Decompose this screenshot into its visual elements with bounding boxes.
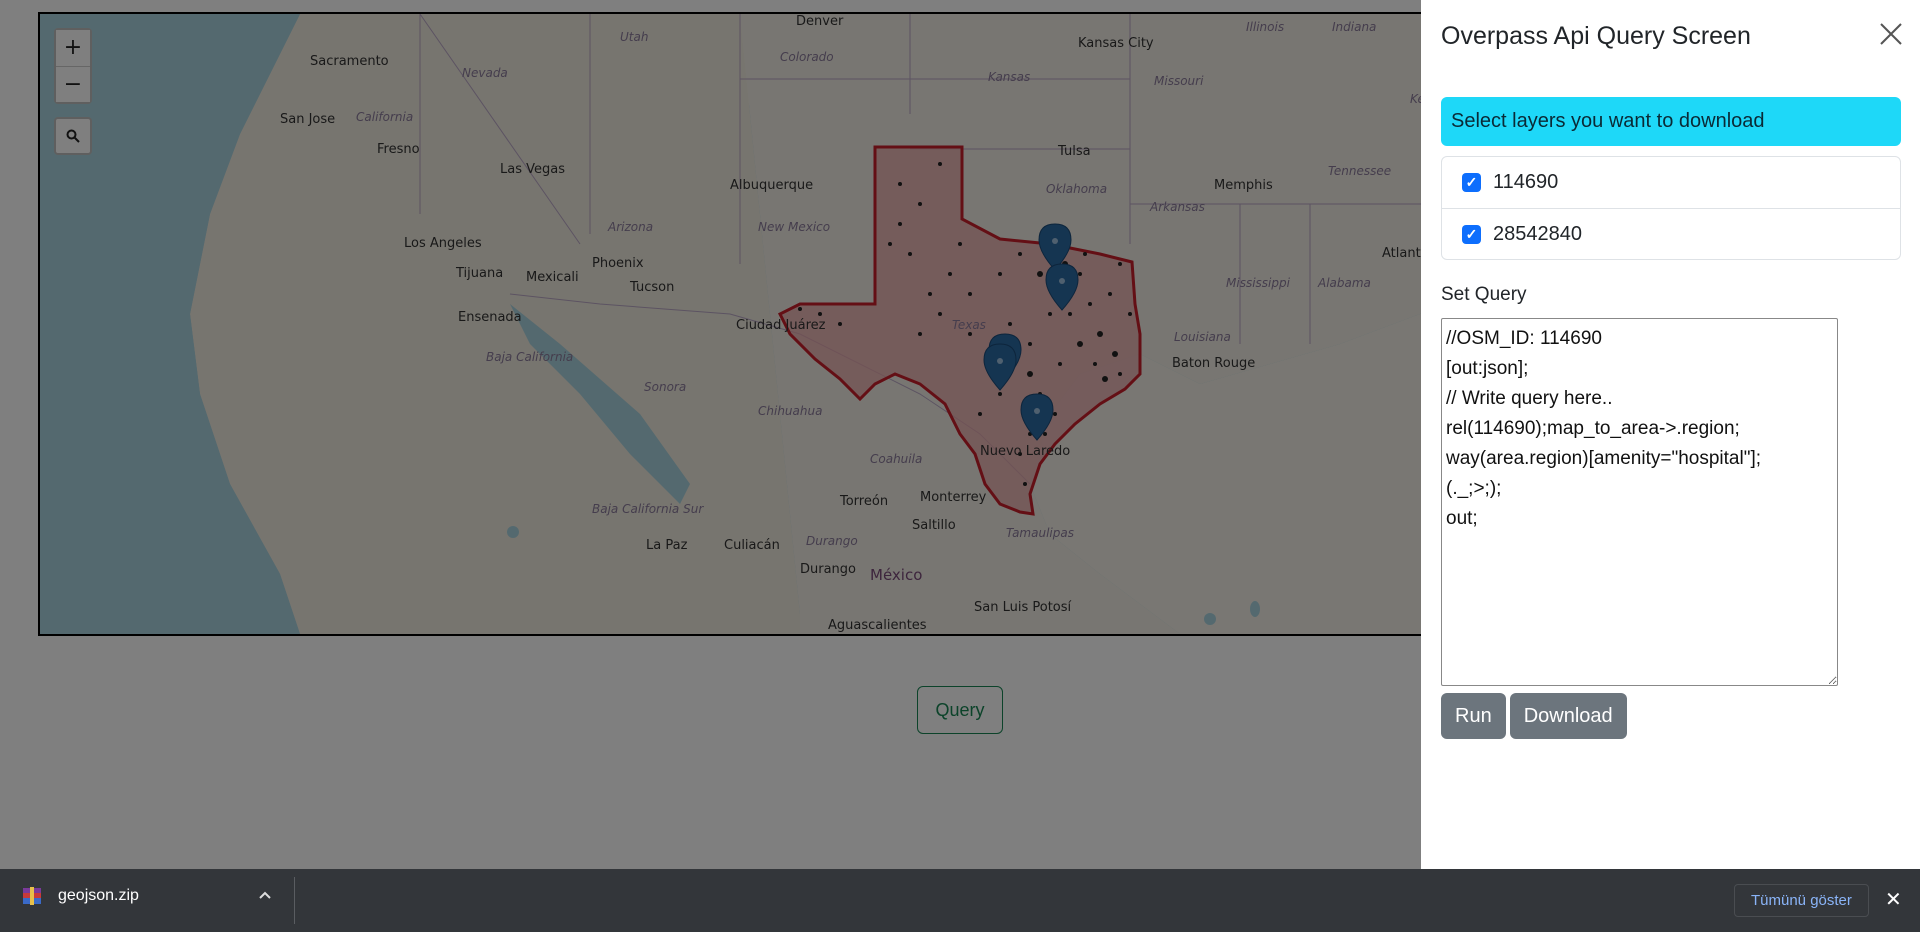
download-file-name: geojson.zip <box>58 887 139 904</box>
show-all-button[interactable]: Tümünü göster <box>1734 884 1869 917</box>
query-textarea[interactable]: //OSM_ID: 114690 [out:json]; // Write qu… <box>1441 318 1838 686</box>
action-buttons: Run Download <box>1441 693 1627 739</box>
offcanvas-panel: Overpass Api Query Screen Select layers … <box>1421 0 1920 869</box>
run-button[interactable]: Run <box>1441 693 1506 739</box>
download-bar: geojson.zip Tümünü göster ✕ <box>0 869 1920 932</box>
layer-item[interactable]: ✓ 114690 <box>1442 157 1900 208</box>
chevron-up-icon[interactable] <box>258 887 272 903</box>
layer-checkbox[interactable]: ✓ <box>1462 224 1481 244</box>
close-icon[interactable] <box>1876 22 1906 52</box>
panel-title: Overpass Api Query Screen <box>1441 22 1751 50</box>
layer-item[interactable]: ✓ 28542840 <box>1442 208 1900 259</box>
layer-label: 114690 <box>1493 171 1559 193</box>
winrar-archive-icon <box>22 886 42 906</box>
layer-label: 28542840 <box>1493 222 1582 245</box>
download-item[interactable]: geojson.zip <box>22 886 139 906</box>
layer-list: ✓ 114690 ✓ 28542840 <box>1441 156 1901 260</box>
download-button[interactable]: Download <box>1509 693 1627 739</box>
close-download-bar-icon[interactable]: ✕ <box>1885 887 1902 911</box>
layer-checkbox[interactable]: ✓ <box>1462 173 1481 192</box>
layers-alert: Select layers you want to download <box>1441 97 1901 146</box>
divider <box>294 877 295 924</box>
set-query-label: Set Query <box>1441 284 1527 305</box>
